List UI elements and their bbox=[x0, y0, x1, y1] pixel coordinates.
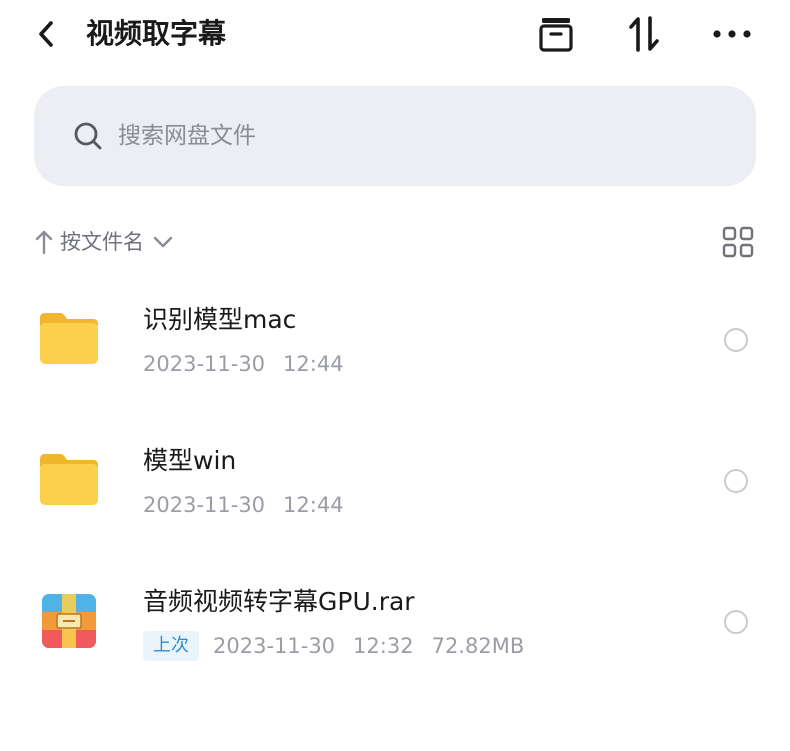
select-radio[interactable] bbox=[724, 328, 748, 352]
file-time: 12:44 bbox=[283, 493, 344, 517]
more-button[interactable] bbox=[708, 12, 756, 56]
file-meta: 上次 2023-11-30 12:32 72.82MB bbox=[143, 630, 524, 662]
last-opened-badge: 上次 bbox=[143, 631, 199, 661]
select-radio[interactable] bbox=[724, 610, 748, 634]
file-name: 识别模型mac bbox=[143, 305, 297, 334]
more-icon bbox=[713, 30, 751, 38]
chevron-left-icon bbox=[39, 21, 53, 47]
sort-icon bbox=[629, 16, 659, 52]
file-name: 模型win bbox=[143, 446, 237, 475]
sort-label: 按文件名 bbox=[60, 230, 144, 254]
list-item[interactable]: 音频视频转字幕GPU.rar 上次 2023-11-30 12:32 72.82… bbox=[0, 560, 790, 688]
grid-view-icon bbox=[722, 226, 754, 258]
back-button[interactable] bbox=[28, 14, 64, 54]
page-title: 视频取字幕 bbox=[86, 17, 227, 50]
select-radio[interactable] bbox=[724, 469, 748, 493]
file-time: 12:44 bbox=[283, 352, 344, 376]
file-date: 2023-11-30 bbox=[143, 352, 266, 376]
arrow-up-icon bbox=[35, 230, 53, 255]
file-name: 音频视频转字幕GPU.rar bbox=[143, 587, 415, 616]
sort-by-filename[interactable]: 按文件名 bbox=[34, 222, 174, 262]
archive-file-icon bbox=[42, 594, 96, 648]
file-meta: 2023-11-30 12:44 bbox=[143, 489, 362, 521]
archive-button[interactable] bbox=[532, 12, 580, 56]
file-size: 72.82MB bbox=[431, 634, 525, 658]
list-item[interactable]: 模型win 2023-11-30 12:44 bbox=[0, 419, 790, 547]
search-input[interactable]: 搜索网盘文件 bbox=[34, 86, 756, 186]
folder-icon bbox=[40, 454, 98, 505]
archive-icon bbox=[539, 18, 573, 52]
folder-icon bbox=[40, 313, 98, 364]
file-date: 2023-11-30 bbox=[213, 634, 336, 658]
view-mode-toggle[interactable] bbox=[716, 222, 760, 262]
list-item[interactable]: 识别模型mac 2023-11-30 12:44 bbox=[0, 278, 790, 406]
file-browser-page: 视频取字幕 搜索网盘文件 按文件名 识别模型mac 2023-11-30 12:… bbox=[0, 0, 790, 751]
file-date: 2023-11-30 bbox=[143, 493, 266, 517]
search-icon bbox=[74, 122, 102, 150]
sort-button[interactable] bbox=[620, 12, 668, 56]
chevron-down-icon bbox=[153, 236, 173, 248]
top-bar: 视频取字幕 bbox=[0, 0, 790, 68]
search-placeholder: 搜索网盘文件 bbox=[118, 123, 256, 149]
file-meta: 2023-11-30 12:44 bbox=[143, 348, 362, 380]
file-time: 12:32 bbox=[353, 634, 414, 658]
